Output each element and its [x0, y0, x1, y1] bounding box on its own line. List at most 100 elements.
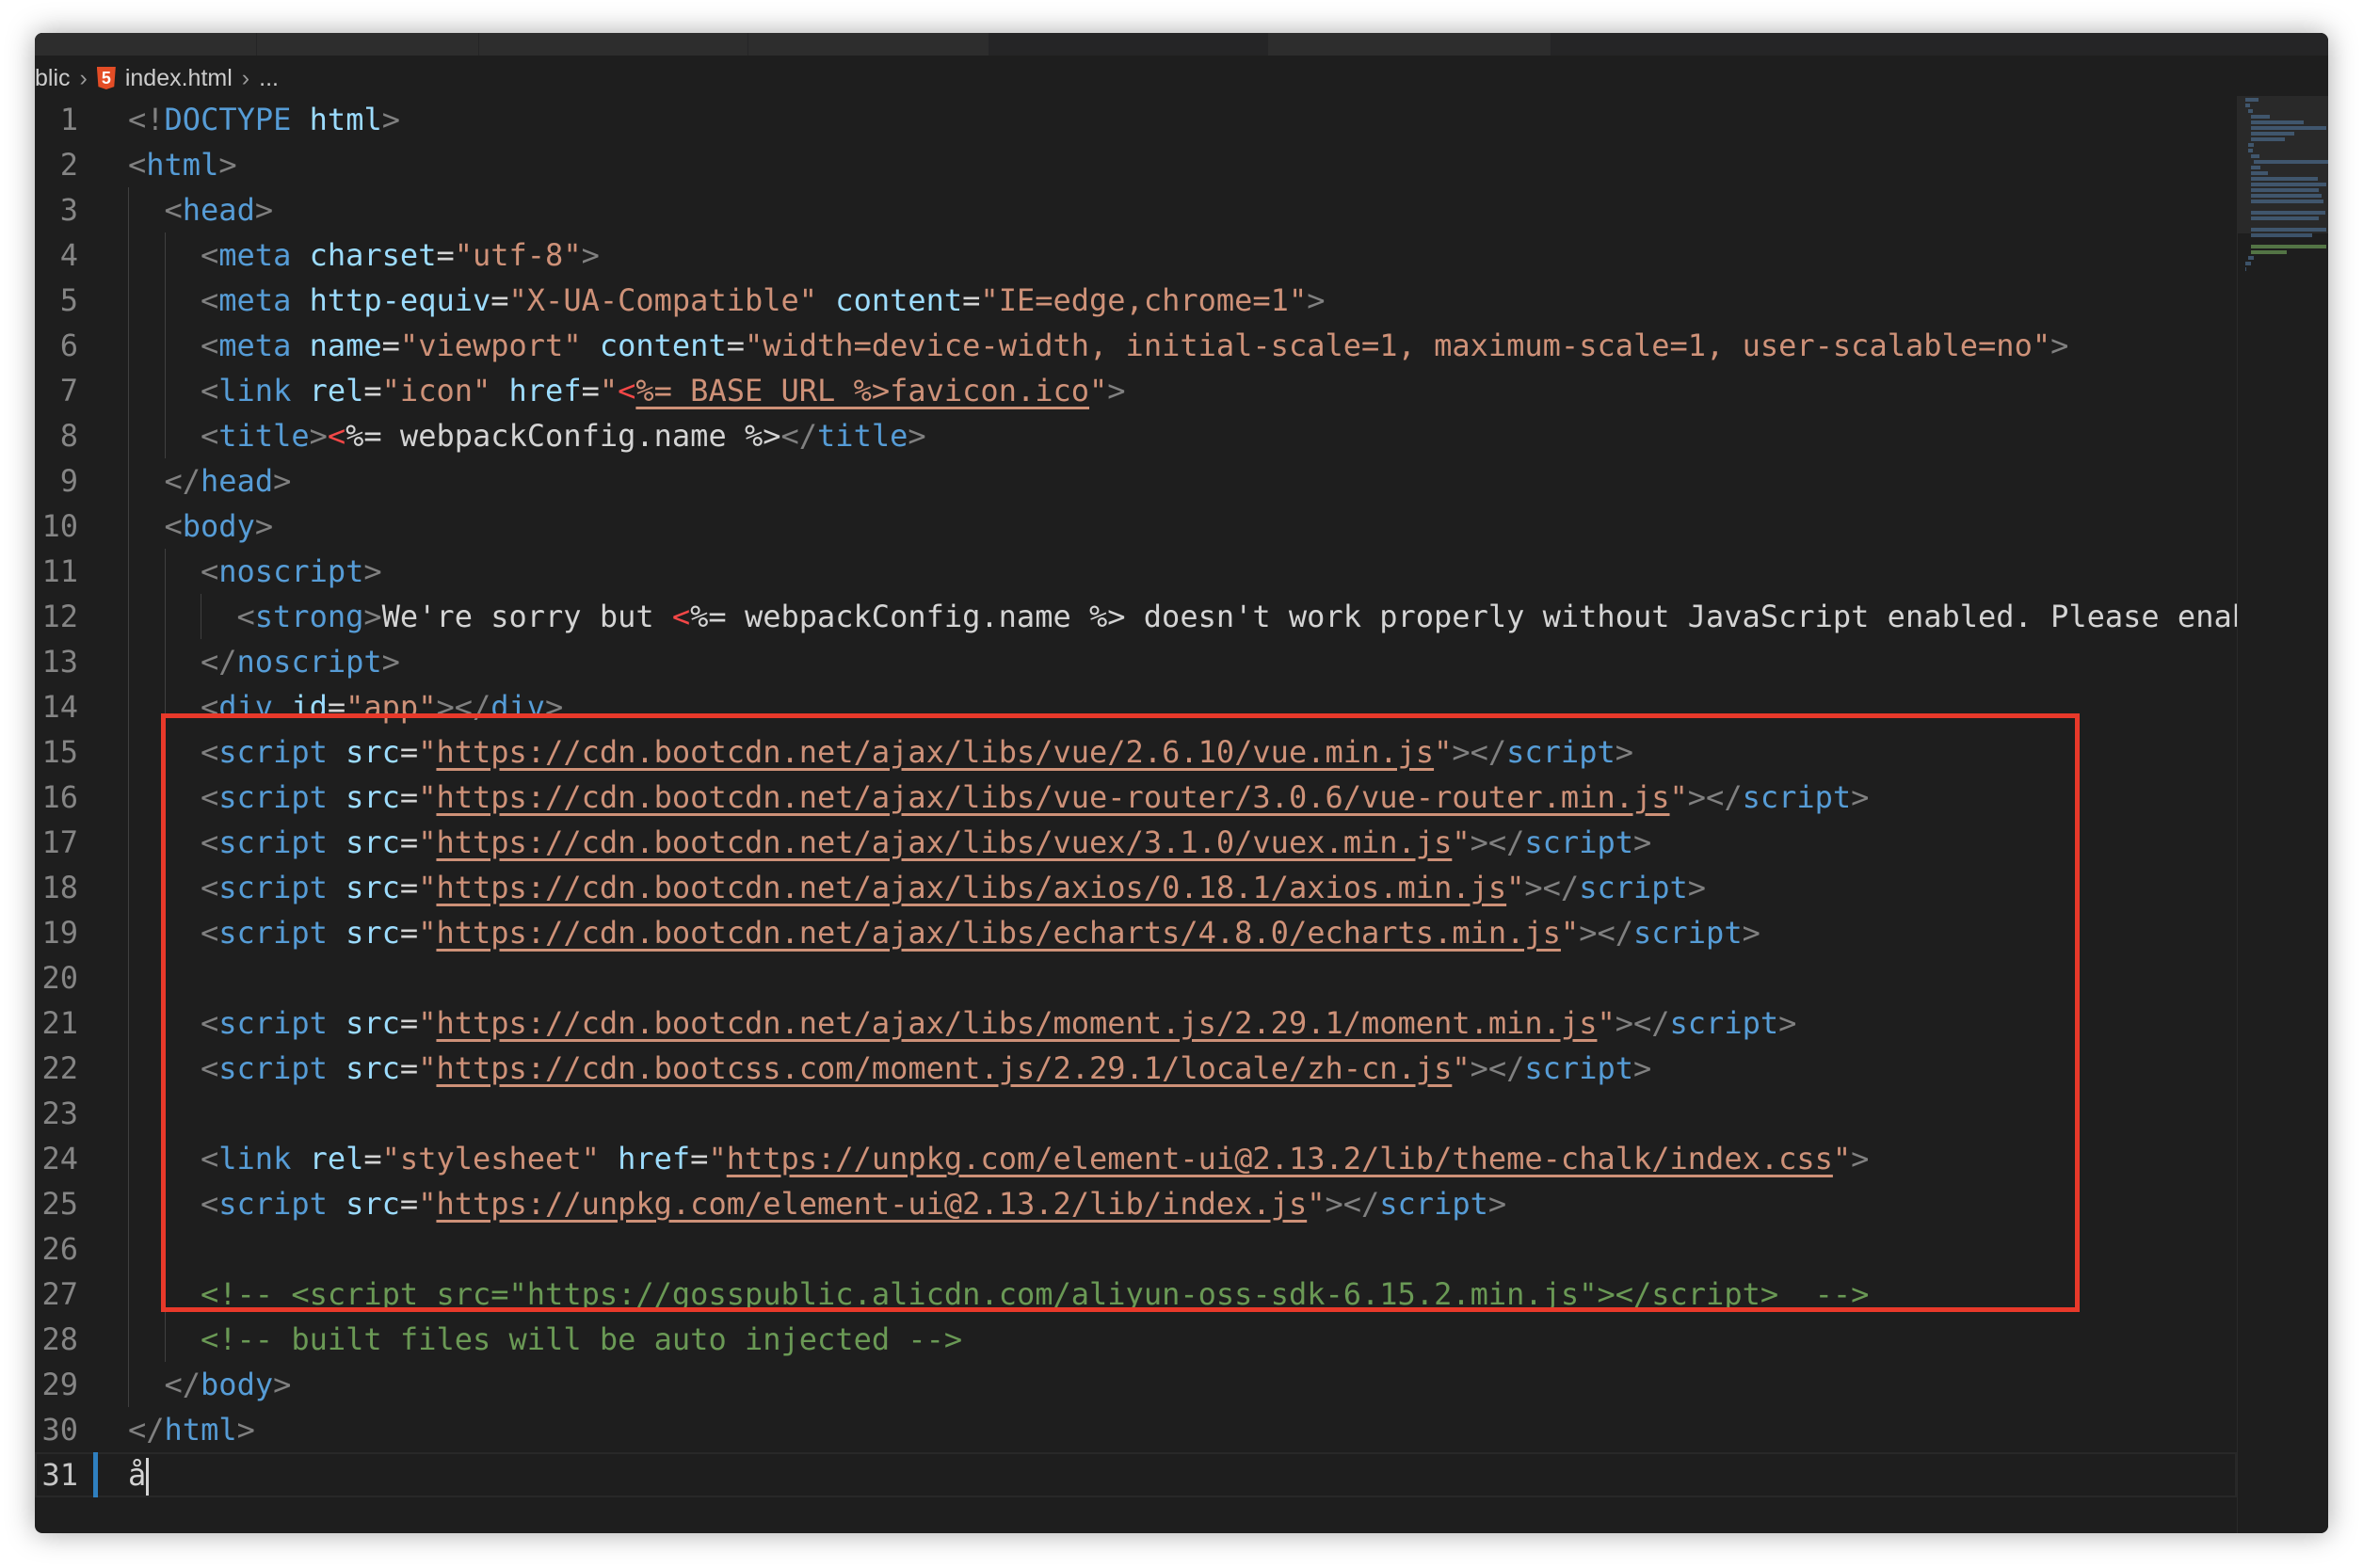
code-line[interactable]: 9 </head>	[35, 458, 2237, 504]
breadcrumb-folder[interactable]: blic	[35, 65, 71, 92]
code-token: >	[1778, 1005, 1797, 1041]
code-token: script	[218, 1050, 328, 1086]
code-line[interactable]: 21 <script src="https://cdn.bootcdn.net/a…	[35, 1000, 2237, 1046]
indent-guide	[128, 1226, 129, 1272]
code-token: charset	[309, 237, 437, 273]
code-line[interactable]: 4 <meta charset="utf-8">	[35, 232, 2237, 278]
code-line[interactable]: 12 <strong>We're sorry but <%= webpackCon…	[35, 594, 2237, 639]
line-number: 12	[41, 599, 78, 634]
minimap[interactable]	[2237, 96, 2328, 1533]
editor-tab[interactable]	[35, 33, 257, 56]
minimap-line	[2251, 194, 2322, 198]
code-token: >	[2050, 328, 2069, 363]
line-number: 23	[41, 1096, 78, 1131]
code-token: ></	[1524, 870, 1580, 905]
minimap-line	[2251, 154, 2259, 158]
code-line[interactable]: 2 <html>	[35, 142, 2237, 187]
code-token: script	[1579, 870, 1688, 905]
code-token: ></	[1470, 824, 1525, 860]
code-line[interactable]: 24 <link rel="stylesheet" href="https://u…	[35, 1136, 2237, 1181]
code-line[interactable]: 27 <!-- <script src="https://gosspublic.a…	[35, 1272, 2237, 1317]
code-line[interactable]: 30 </html>	[35, 1407, 2237, 1452]
code-token: src	[346, 779, 400, 815]
indent-guide	[164, 368, 166, 413]
code-line[interactable]: 5 <meta http-equiv="X-UA-Compatible" cont…	[35, 278, 2237, 323]
code-token: <	[201, 553, 219, 589]
code-line[interactable]: 16 <script src="https://cdn.bootcdn.net/a…	[35, 775, 2237, 820]
indent-guide	[164, 684, 166, 729]
code-token: <	[201, 915, 219, 951]
code-line[interactable]: 28 <!-- built files will be auto injected…	[35, 1317, 2237, 1362]
code-token: "	[418, 734, 437, 770]
code-line[interactable]: 11 <noscript>	[35, 549, 2237, 594]
indent-guide	[128, 187, 129, 232]
code-line[interactable]: 15 <script src="https://cdn.bootcdn.net/a…	[35, 729, 2237, 775]
minimap-line	[2251, 132, 2294, 136]
line-text: <script src="https://cdn.bootcdn.net/aja…	[201, 865, 1706, 910]
code-token: <	[201, 1186, 219, 1222]
minimap-line	[2251, 245, 2326, 248]
code-line[interactable]: 10 <body>	[35, 504, 2237, 549]
line-number: 7	[59, 373, 78, 408]
breadcrumb-symbol[interactable]: ...	[259, 65, 279, 92]
code-token: "utf-8"	[454, 237, 582, 273]
code-token: link	[218, 1141, 292, 1176]
editor-tab[interactable]	[748, 33, 989, 56]
minimap-line	[2248, 149, 2254, 152]
code-line[interactable]: 13 </noscript>	[35, 639, 2237, 684]
code-line[interactable]: 25 <script src="https://unpkg.com/element…	[35, 1181, 2237, 1226]
minimap-line	[2254, 160, 2328, 164]
code-token: %= webpackConfig.name %>	[346, 418, 781, 454]
line-text: <meta charset="utf-8">	[201, 232, 600, 278]
code-token: >	[1487, 1186, 1507, 1222]
code-token: http-equiv	[309, 282, 491, 318]
code-line[interactable]: 19 <script src="https://cdn.bootcdn.net/a…	[35, 910, 2237, 955]
indent-guide	[164, 1000, 166, 1046]
code-editor[interactable]: 1 <!DOCTYPE html> 2 <html> 3 <head> 4 <meta cha…	[35, 96, 2237, 1508]
code-token: <	[201, 237, 219, 273]
code-token: ></	[1470, 1050, 1525, 1086]
line-text: <!-- <script src="https://gosspublic.ali…	[201, 1272, 1869, 1317]
indent-guide	[164, 1272, 166, 1317]
code-line[interactable]: 7 <link rel="icon" href="<%= BASE_URL %>f…	[35, 368, 2237, 413]
code-line[interactable]: 8 <title><%= webpackConfig.name %></title…	[35, 413, 2237, 458]
indent-guide	[128, 1181, 129, 1226]
indent-guide	[128, 729, 129, 775]
code-token: "icon"	[381, 373, 491, 408]
code-line[interactable]: 23	[35, 1091, 2237, 1136]
code-line[interactable]: 26	[35, 1226, 2237, 1272]
code-token: "viewport"	[399, 328, 582, 363]
code-line[interactable]: 14 <div id="app"></div>	[35, 684, 2237, 729]
code-token: =	[726, 328, 745, 363]
code-line[interactable]: 31 å	[35, 1452, 2237, 1497]
line-text: <script src="https://cdn.bootcdn.net/aja…	[201, 820, 1651, 865]
minimap-line	[2251, 250, 2287, 254]
code-line[interactable]: 6 <meta name="viewport" content="width=de…	[35, 323, 2237, 368]
line-number: 15	[41, 734, 78, 770]
code-line[interactable]: 22 <script src="https://cdn.bootcss.com/m…	[35, 1046, 2237, 1091]
editor-tab[interactable]	[257, 33, 479, 56]
code-line[interactable]: 3 <head>	[35, 187, 2237, 232]
code-token: >	[254, 508, 274, 544]
code-line[interactable]: 18 <script src="https://cdn.bootcdn.net/a…	[35, 865, 2237, 910]
code-token: </	[128, 1412, 165, 1448]
code-token: =	[363, 373, 382, 408]
code-line[interactable]: 20	[35, 955, 2237, 1000]
code-token: >	[254, 192, 274, 228]
code-line[interactable]: 1 <!DOCTYPE html>	[35, 97, 2237, 142]
line-text: <div id="app"></div>	[201, 684, 563, 729]
code-token: <	[201, 1050, 219, 1086]
editor-tab[interactable]	[479, 33, 748, 56]
code-line[interactable]: 17 <script src="https://cdn.bootcdn.net/a…	[35, 820, 2237, 865]
code-token: https://cdn.bootcdn.net/ajax/libs/echart…	[436, 915, 1561, 951]
tab-bar	[35, 33, 2328, 56]
code-token: =	[436, 237, 455, 273]
breadcrumb-file[interactable]: index.html	[125, 65, 233, 92]
code-line[interactable]: 29 </body>	[35, 1362, 2237, 1407]
editor-tab[interactable]	[1268, 33, 1551, 56]
line-number: 1	[59, 102, 78, 137]
